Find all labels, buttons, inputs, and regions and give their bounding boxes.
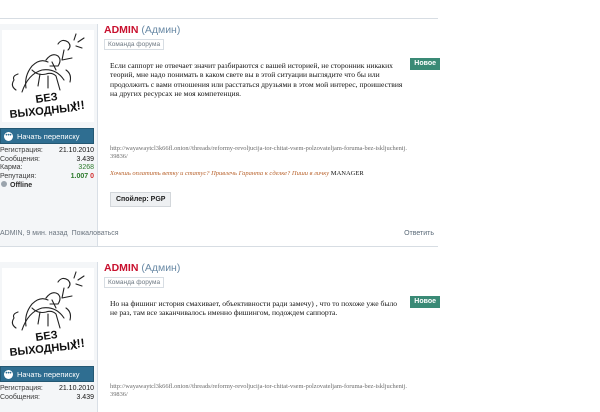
post-footer: ADMIN, 9 мин. назад Пожаловаться Ответит… [0,230,438,242]
post-link[interactable]: http://wayawaytcl3k66fl.onion//threads/r… [110,383,410,399]
stat-messages: Сообщения: 3.439 [0,155,94,163]
stat-messages: Сообщения: 3.439 [0,393,94,401]
new-badge: Новое [410,58,440,70]
signature: Хочешь оплатить ветку и статус? Привлечь… [110,170,364,177]
complain-link[interactable]: Пожаловаться [72,230,119,237]
avatar[interactable]: БЕЗ ВЫХОДНЫХ !!! [2,268,94,360]
post-content: ADMIN (Админ) Команда форума Новое Но на… [104,262,440,412]
stat-reputation: Репутация: 1.007 0 [0,172,94,180]
spoiler-button[interactable]: Спойлер: PGP [110,192,172,207]
start-conversation-button[interactable]: ••• Начать переписку [0,128,94,144]
avatar[interactable]: БЕЗ ВЫХОДНЫХ !!! [2,30,94,122]
stat-karma: Карма: 3268 [0,164,94,172]
avatar-caption-mark: !!! [72,336,85,351]
user-title-badge: Команда форума [104,39,165,50]
avatar-caption-bottom: ВЫХОДНЫХ [9,340,79,359]
user-panel: БЕЗ ВЫХОДНЫХ !!! ••• Начать переписку Рег… [0,24,98,246]
avatar-drawing: БЕЗ ВЫХОДНЫХ !!! [9,33,85,121]
post-body: Если саппорт не отвечает значит разбираю… [110,61,403,99]
reply-link[interactable]: Ответить [404,230,434,237]
signature-manager-link[interactable]: MANAGER [331,170,364,177]
post-author[interactable]: ADMIN (Админ) [104,24,180,36]
previous-post-footer [0,0,438,19]
user-title-badge: Команда форума [104,277,165,288]
avatar-drawing: БЕЗ ВЫХОДНЫХ !!! [9,271,85,359]
post-meta: ADMIN, 9 мин. назад [0,230,68,237]
chat-bubble-icon: ••• [4,131,13,141]
post-author[interactable]: ADMIN (Админ) [104,262,180,274]
avatar-caption-mark: !!! [72,98,85,113]
offline-dot-icon [1,181,7,188]
user-panel: БЕЗ ВЫХОДНЫХ !!! ••• Начать переписку Рег… [0,262,98,412]
forum-post: БЕЗ ВЫХОДНЫХ !!! ••• Начать переписку Рег… [0,24,440,247]
user-stats: Регистрация: 21.10.2010 Сообщения: 3.439 К… [0,147,94,190]
online-status: Offline [0,181,94,190]
chat-bubble-icon: ••• [4,369,13,379]
stat-registration: Регистрация: 21.10.2010 [0,385,94,392]
forum-post: БЕЗ ВЫХОДНЫХ !!! ••• Начать переписку Рег… [0,262,440,412]
post-body: Но на фишинг история смахивает, объектив… [110,299,398,318]
new-badge: Новое [410,296,440,308]
post-content: ADMIN (Админ) Команда форума Новое Если … [0,24,440,246]
start-conversation-button[interactable]: ••• Начать переписку [0,366,94,382]
stat-registration: Регистрация: 21.10.2010 [0,147,94,154]
avatar-caption-bottom: ВЫХОДНЫХ [9,102,79,121]
post-link[interactable]: http://wayawaytcl3k66fl.onion//threads/r… [110,145,410,161]
